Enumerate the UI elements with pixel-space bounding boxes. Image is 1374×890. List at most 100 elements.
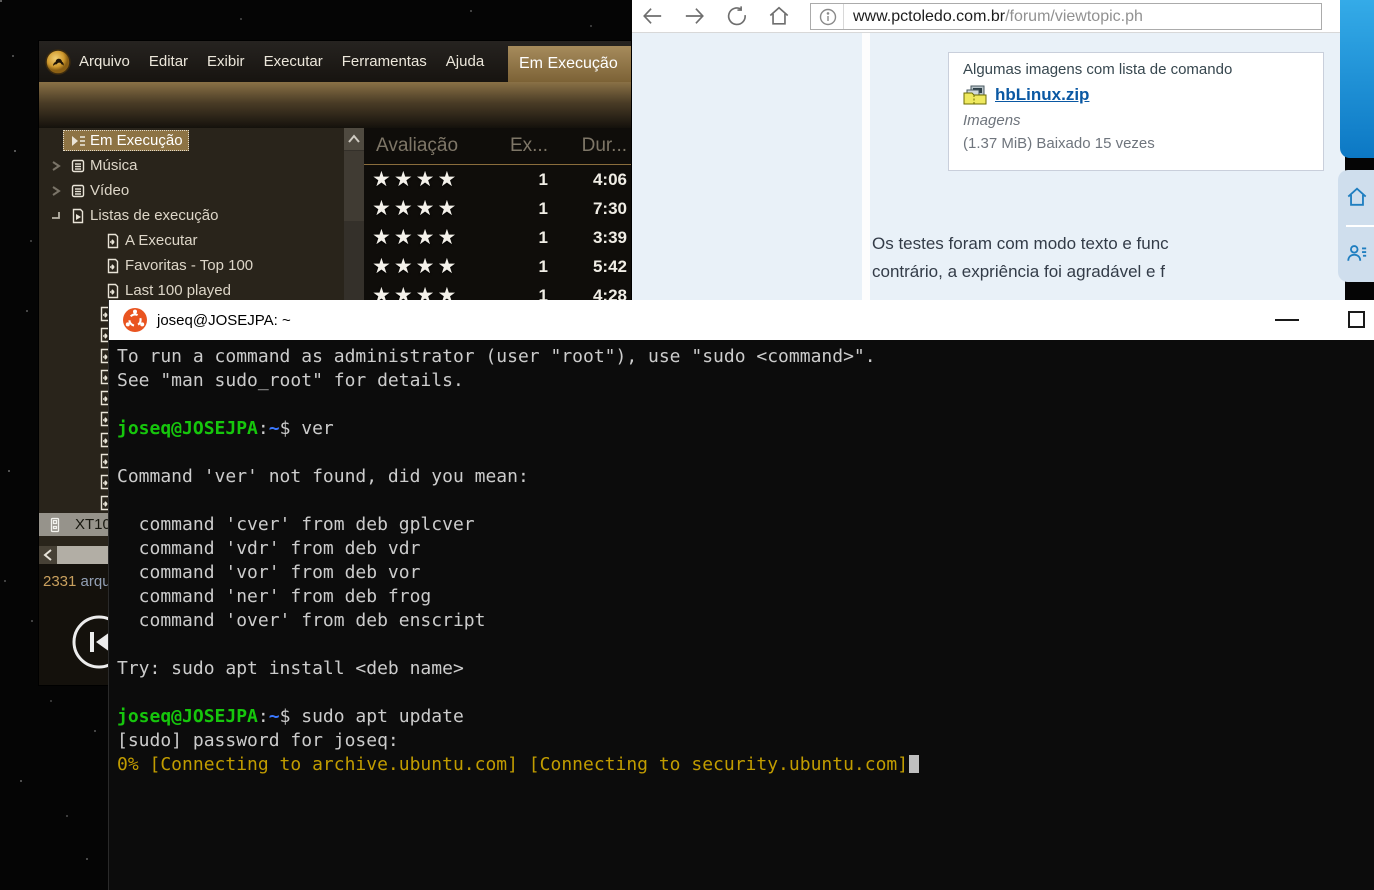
- terminal-line: 0% [Connecting to archive.ubuntu.com] [C…: [117, 753, 1374, 777]
- terminal-line: command 'cver' from deb gplcver: [117, 513, 1374, 537]
- tree-item-content: Vídeo: [63, 180, 135, 201]
- executions-cell: 1: [498, 228, 548, 248]
- terminal-line: To run a command as administrator (user …: [117, 345, 1374, 369]
- menu-item-arquivo[interactable]: Arquivo: [79, 53, 130, 70]
- post-body-text: Os testes foram com modo texto e func co…: [872, 230, 1332, 286]
- menu-item-ajuda[interactable]: Ajuda: [446, 53, 484, 70]
- device-label: XT10: [75, 516, 111, 533]
- menu-item-editar[interactable]: Editar: [149, 53, 188, 70]
- scroll-up-icon[interactable]: [344, 128, 364, 150]
- url-host: www.pctoledo.com.br: [853, 8, 1005, 25]
- attachment-link[interactable]: hbLinux.zip: [995, 85, 1089, 105]
- library-icon: [70, 158, 86, 174]
- menu-bar-items: Arquivo Editar Exibir Executar Ferramentas Aj…: [79, 53, 503, 70]
- refresh-icon[interactable]: [726, 5, 748, 27]
- sidebar-item-favoritas-top-100[interactable]: Favoritas - Top 100: [39, 253, 344, 278]
- desktop: Arquivo Editar Exibir Executar Ferramentas Aj…: [0, 0, 1374, 890]
- forum-page: Algumas imagens com lista de comando hbL…: [632, 33, 1345, 300]
- duration-cell: 7:30: [548, 199, 631, 219]
- rating-stars: ★★★★: [364, 225, 498, 250]
- side-blue-panel[interactable]: [1340, 0, 1374, 158]
- scroll-left-icon[interactable]: [39, 546, 57, 564]
- url-path: /forum/viewtopic.ph: [1005, 8, 1143, 25]
- column-dur[interactable]: Dur...: [548, 135, 631, 157]
- tree-item-label: Favoritas - Top 100: [125, 257, 253, 274]
- terminal-titlebar[interactable]: joseq@JOSEJPA: ~: [109, 300, 1374, 340]
- expander-spacer: [49, 133, 63, 149]
- tree-item-label: Last 100 played: [125, 282, 231, 299]
- home-outline-icon[interactable]: [1346, 186, 1368, 208]
- terminal-line: [117, 633, 1374, 657]
- terminal-title: joseq@JOSEJPA: ~: [157, 312, 291, 329]
- minimize-icon[interactable]: [1275, 319, 1299, 321]
- contacts-icon[interactable]: [1346, 242, 1368, 264]
- tree-item-label: A Executar: [125, 232, 198, 249]
- rating-stars: ★★★★: [364, 167, 498, 192]
- menu-item-executar[interactable]: Executar: [264, 53, 323, 70]
- now-playing-icon: [70, 133, 86, 149]
- playlist-icon: [105, 233, 121, 249]
- chevron-right-icon[interactable]: [49, 158, 63, 174]
- back-icon[interactable]: [641, 5, 663, 27]
- home-icon[interactable]: [768, 5, 790, 27]
- chevron-right-icon[interactable]: [49, 183, 63, 199]
- terminal-line: [117, 489, 1374, 513]
- terminal-line: See "man sudo_root" for details.: [117, 369, 1374, 393]
- browser-toolbar: www.pctoledo.com.br/forum/viewtopic.ph: [632, 0, 1345, 33]
- tree-item-label: Listas de execução: [90, 207, 218, 224]
- zip-file-icon: [963, 85, 987, 105]
- tab-em-execucao[interactable]: Em Execução: [508, 46, 631, 82]
- browser-window: www.pctoledo.com.br/forum/viewtopic.ph A…: [632, 0, 1345, 300]
- tree-item-content: Last 100 played: [102, 280, 237, 301]
- terminal-line: joseq@JOSEJPA:~$ ver: [117, 417, 1374, 441]
- menu-item-ferramentas[interactable]: Ferramentas: [342, 53, 427, 70]
- tree-item-label: Vídeo: [90, 182, 129, 199]
- tree-item-content: A Executar: [102, 230, 204, 251]
- column-ex[interactable]: Ex...: [498, 135, 548, 157]
- app-logo-icon[interactable]: [45, 49, 71, 75]
- terminal-line: command 'ner' from deb frog: [117, 585, 1374, 609]
- attachment-comment: Algumas imagens com lista de comando: [963, 61, 1323, 78]
- collapse-corner-icon[interactable]: [49, 208, 63, 224]
- sidebar-item-musica[interactable]: Música: [39, 153, 344, 178]
- playlists-icon: [70, 208, 86, 224]
- terminal-line: command 'vor' from deb vor: [117, 561, 1374, 585]
- table-row[interactable]: ★★★★15:42: [364, 252, 631, 281]
- terminal-line: [117, 441, 1374, 465]
- terminal-line: Try: sudo apt install <deb name>: [117, 657, 1374, 681]
- panel-divider: [1346, 225, 1374, 227]
- tree-item-content: Favoritas - Top 100: [102, 255, 259, 276]
- tab-label: Em Execução: [519, 55, 618, 73]
- sidebar-item-video[interactable]: Vídeo: [39, 178, 344, 203]
- sidebar-item-listas-de-execucao[interactable]: Listas de execução: [39, 203, 344, 228]
- menu-item-exibir[interactable]: Exibir: [207, 53, 245, 70]
- table-row[interactable]: ★★★★17:30: [364, 194, 631, 223]
- terminal-output[interactable]: To run a command as administrator (user …: [109, 340, 1374, 890]
- url-text: www.pctoledo.com.br/forum/viewtopic.ph: [853, 8, 1143, 26]
- address-bar[interactable]: www.pctoledo.com.br/forum/viewtopic.ph: [810, 3, 1322, 30]
- table-rows: ★★★★14:06★★★★17:30★★★★13:39★★★★15:42★★★★…: [364, 165, 631, 310]
- executions-cell: 1: [498, 170, 548, 190]
- executions-cell: 1: [498, 257, 548, 277]
- terminal-window: joseq@JOSEJPA: ~ To run a command as adm…: [108, 300, 1374, 890]
- info-icon[interactable]: [819, 8, 837, 26]
- table-row[interactable]: ★★★★13:39: [364, 223, 631, 252]
- maximize-icon[interactable]: [1348, 311, 1365, 328]
- status-text: 2331 arqui: [43, 573, 114, 590]
- attachment-description: Imagens: [963, 112, 1323, 129]
- tree-item-content: Música: [63, 155, 144, 176]
- forward-icon[interactable]: [684, 5, 706, 27]
- side-launcher-panel: [1338, 170, 1374, 282]
- sidebar-item-em-execucao[interactable]: Em Execução: [39, 128, 344, 153]
- ubuntu-icon: [123, 308, 147, 332]
- table-row[interactable]: ★★★★14:06: [364, 165, 631, 194]
- column-avaliacao[interactable]: Avaliação: [364, 135, 498, 157]
- duration-cell: 5:42: [548, 257, 631, 277]
- media-player-toolbar: [39, 82, 631, 128]
- tree-selection: Em Execução: [63, 130, 189, 151]
- file-count: 2331: [43, 573, 76, 590]
- library-icon: [70, 183, 86, 199]
- duration-cell: 4:06: [548, 170, 631, 190]
- sidebar-item-a-executar[interactable]: A Executar: [39, 228, 344, 253]
- scrollbar-thumb[interactable]: [344, 151, 364, 221]
